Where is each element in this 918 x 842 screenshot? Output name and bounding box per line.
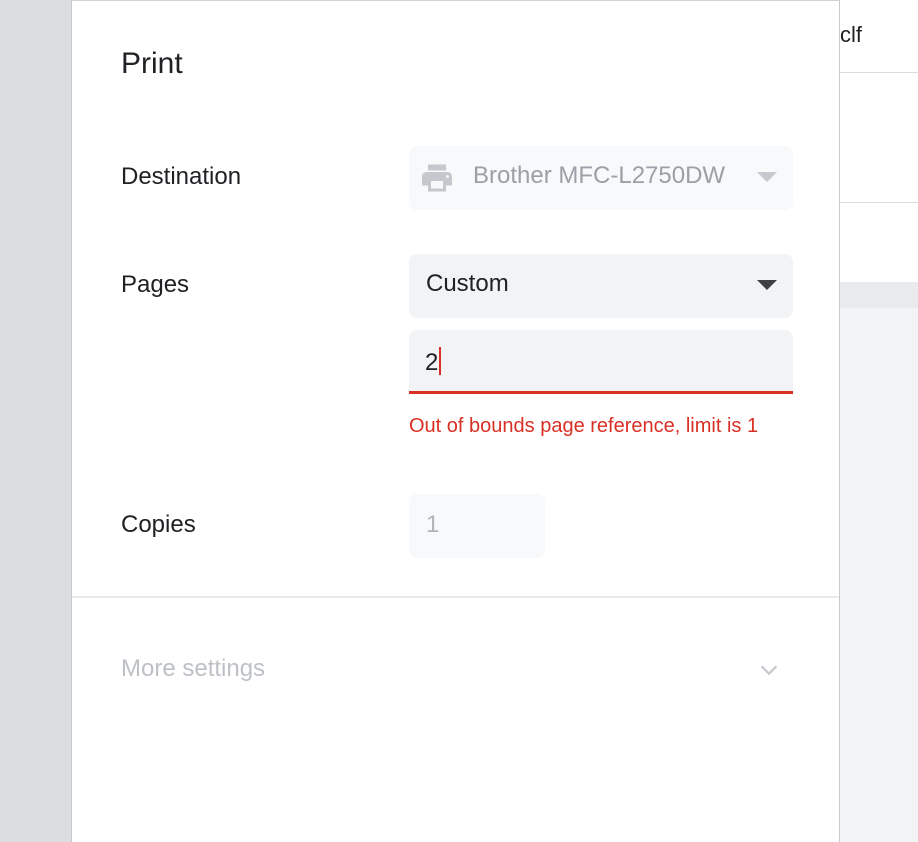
destination-value: Brother MFC-L2750DW: [473, 162, 726, 189]
print-dialog: Print Destination Brother MFC-L2750DW Pa…: [71, 0, 840, 842]
copies-input[interactable]: 1: [409, 494, 545, 558]
chevron-down-icon: [760, 665, 778, 676]
background-divider: [840, 72, 918, 73]
destination-select[interactable]: Brother MFC-L2750DW: [409, 146, 793, 210]
copies-value: 1: [426, 511, 440, 538]
custom-pages-value: 2: [425, 347, 442, 377]
dropdown-arrow-icon: [757, 172, 777, 182]
print-preview-window: clf Print Destination Brother MFC-L2750D…: [0, 0, 918, 842]
custom-pages-input[interactable]: 2: [409, 330, 793, 394]
copies-label: Copies: [121, 511, 196, 538]
printer-icon: [422, 164, 452, 192]
dialog-title: Print: [121, 47, 183, 80]
section-divider: [72, 596, 839, 598]
background-document: clf: [840, 0, 918, 842]
custom-pages-text: 2: [425, 349, 439, 376]
preview-header-bar: [840, 282, 918, 308]
pages-error-message: Out of bounds page reference, limit is 1: [409, 415, 759, 437]
dropdown-arrow-icon: [757, 280, 777, 290]
more-settings-label: More settings: [121, 655, 266, 682]
text-caret: [439, 347, 442, 375]
pages-value: Custom: [426, 270, 509, 297]
destination-label: Destination: [121, 163, 242, 190]
left-background-strip: [0, 0, 72, 842]
print-preview-area: [840, 308, 918, 842]
more-settings-toggle[interactable]: More settings: [72, 631, 839, 711]
background-text: clf: [840, 22, 862, 47]
background-divider: [840, 202, 918, 203]
pages-select[interactable]: Custom: [409, 254, 793, 318]
pages-label: Pages: [121, 271, 190, 298]
